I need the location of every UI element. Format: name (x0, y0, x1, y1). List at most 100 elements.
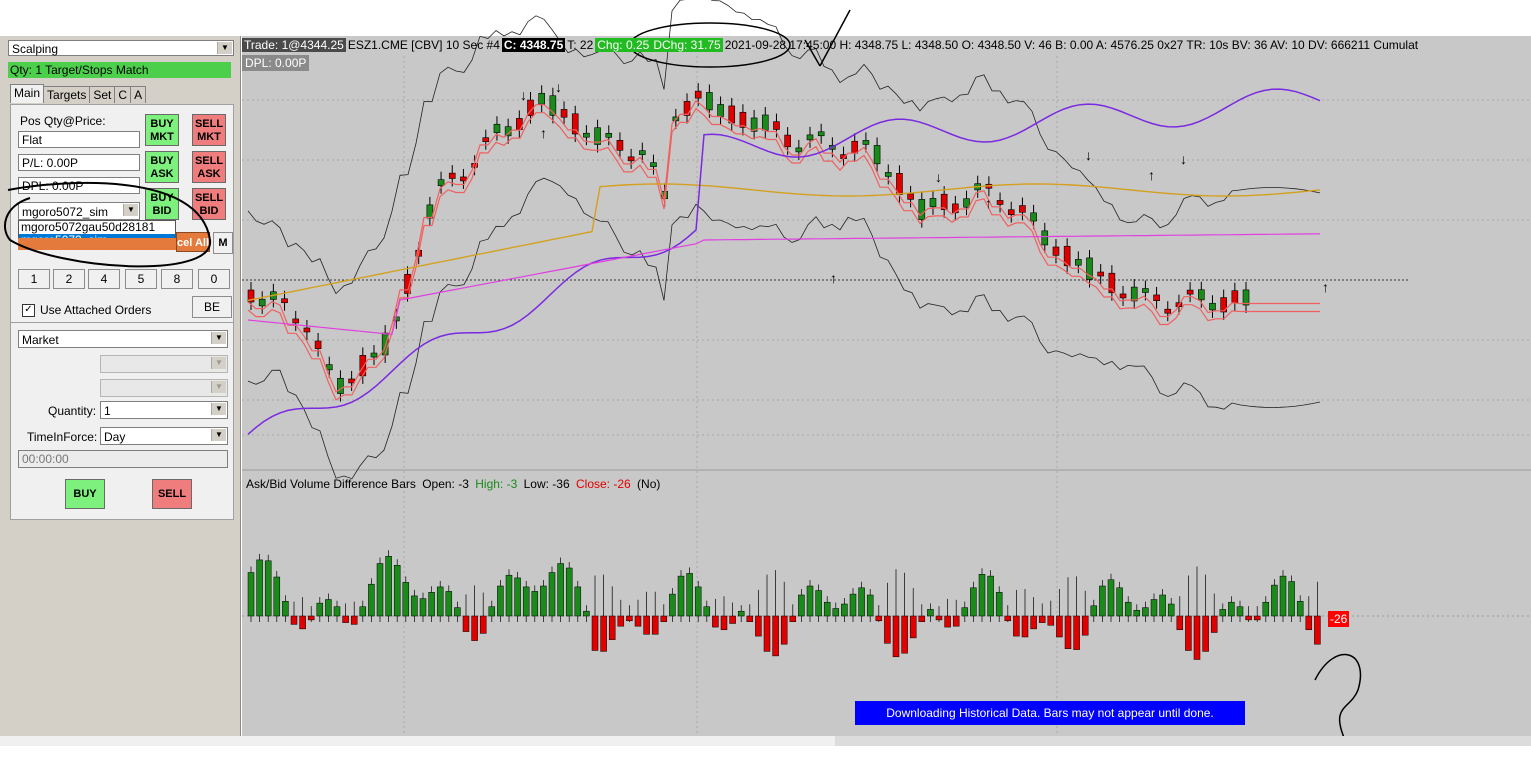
candle-body (493, 123, 501, 133)
candle-body (303, 327, 311, 333)
volume-diff-bar (411, 595, 418, 617)
candle-body (1075, 259, 1082, 266)
volume-diff-bar (634, 615, 642, 627)
volume-diff-bar (1253, 615, 1261, 621)
volume-diff-bar (299, 615, 306, 630)
candle-body (325, 364, 333, 371)
up-arrow-signal-icon: ↑ (1148, 167, 1155, 183)
volume-diff-bar (479, 615, 487, 634)
volume-diff-bar (359, 606, 367, 617)
down-arrow-signal-icon: ↓ (555, 79, 562, 95)
volume-diff-bar (780, 615, 788, 645)
volume-diff-bar (961, 607, 969, 617)
volume-diff-bar (574, 586, 582, 617)
volume-diff-bar (1038, 615, 1046, 623)
volume-diff-bar (1271, 584, 1278, 617)
volume-diff-bar (1245, 615, 1252, 621)
candle-body (627, 156, 635, 162)
volume-diff-bar (1159, 594, 1166, 617)
change-value: Chg: 0.25 (595, 38, 652, 52)
down-arrow-signal-icon: ↓ (1085, 147, 1092, 163)
volume-diff-bar (600, 615, 607, 652)
volume-diff-bar (832, 608, 840, 617)
volume-diff-bar (419, 598, 427, 617)
volume-diff-bar (497, 585, 504, 617)
volume-diff-bar (626, 615, 633, 622)
candle-body (817, 131, 825, 137)
candle-body (773, 121, 780, 130)
volume-diff-bar (325, 599, 332, 617)
volume-diff-bar (901, 615, 908, 654)
candle-body (907, 193, 914, 200)
volume-diff-bar (875, 615, 883, 622)
purple-line (247, 88, 1321, 435)
volume-diff-bar (703, 606, 711, 617)
study-open: Open: -3 (422, 477, 469, 491)
volume-diff-bar (368, 583, 375, 617)
volume-diff-bar (505, 574, 513, 617)
candle-body (650, 162, 657, 167)
candle-body (1153, 294, 1160, 301)
candle-body (728, 105, 736, 124)
volume-diff-bar (643, 615, 650, 635)
volume-diff-bar (737, 610, 745, 617)
study-close: Close: -26 (576, 477, 631, 491)
candle-body (739, 111, 747, 128)
candle-body (706, 92, 713, 111)
volume-diff-bar (514, 577, 521, 617)
volume-diff-bar (393, 565, 401, 617)
volume-diff-bar (282, 601, 289, 617)
candle-body (448, 172, 456, 179)
candle-body (1052, 246, 1060, 256)
up-arrow-signal-icon: ↑ (830, 270, 837, 286)
candle-body (761, 114, 769, 131)
annotation-squiggle (1314, 653, 1362, 741)
volume-diff-bar (565, 567, 573, 617)
down-arrow-signal-icon: ↓ (520, 87, 527, 103)
volume-diff-bar (307, 615, 315, 621)
volume-diff-bar (1219, 609, 1227, 617)
up-arrow-signal-icon: ↑ (1322, 279, 1329, 295)
volume-diff-bar (385, 556, 392, 617)
candle-body (1231, 290, 1239, 304)
scrollbar-thumb[interactable] (835, 736, 1531, 746)
volume-diff-bar (1142, 607, 1149, 617)
candle-body (1097, 271, 1104, 277)
candle-body (1242, 289, 1250, 306)
volume-diff-bar (608, 615, 616, 640)
volume-diff-bar (1228, 601, 1235, 617)
volume-diff-bar (1236, 606, 1244, 617)
down-arrow-signal-icon: ↓ (1180, 151, 1187, 167)
symbol-label: ESZ1.CME [CBV] 10 Sec #4 (347, 38, 500, 52)
volume-diff-bar (1107, 579, 1115, 617)
volume-diff-bar (247, 572, 255, 617)
volume-diff-bar (798, 594, 805, 617)
volume-diff-bar (342, 615, 349, 623)
candle-body (1019, 205, 1026, 213)
volume-diff-bar (849, 593, 857, 617)
volume-diff-bar (1090, 605, 1098, 617)
candle-body (370, 352, 378, 358)
study-low: Low: -36 (523, 477, 570, 491)
candle-body (616, 140, 624, 151)
candle-body (963, 198, 970, 208)
volume-diff-bar (651, 615, 659, 635)
volume-diff-bar (316, 602, 324, 617)
candle-body (482, 137, 490, 143)
volume-difference-value: -26 (1328, 611, 1350, 627)
daily-change-value: DChg: 31.75 (651, 38, 723, 52)
volume-diff-bar (970, 587, 977, 617)
volume-diff-bar (1047, 615, 1055, 626)
bollinger-lower (247, 177, 1321, 480)
candle-body (929, 198, 937, 208)
candle-body (538, 92, 545, 105)
tick-count: T: 22 (567, 38, 594, 52)
volume-diff-bar (944, 615, 951, 628)
candle-body (292, 318, 300, 324)
up-arrow-signal-icon: ↑ (540, 125, 547, 141)
candle-body (1142, 288, 1149, 293)
candle-body (1164, 308, 1172, 314)
volume-diff-bar (462, 615, 470, 632)
candle-body (694, 90, 702, 99)
volume-diff-bar (617, 615, 625, 627)
